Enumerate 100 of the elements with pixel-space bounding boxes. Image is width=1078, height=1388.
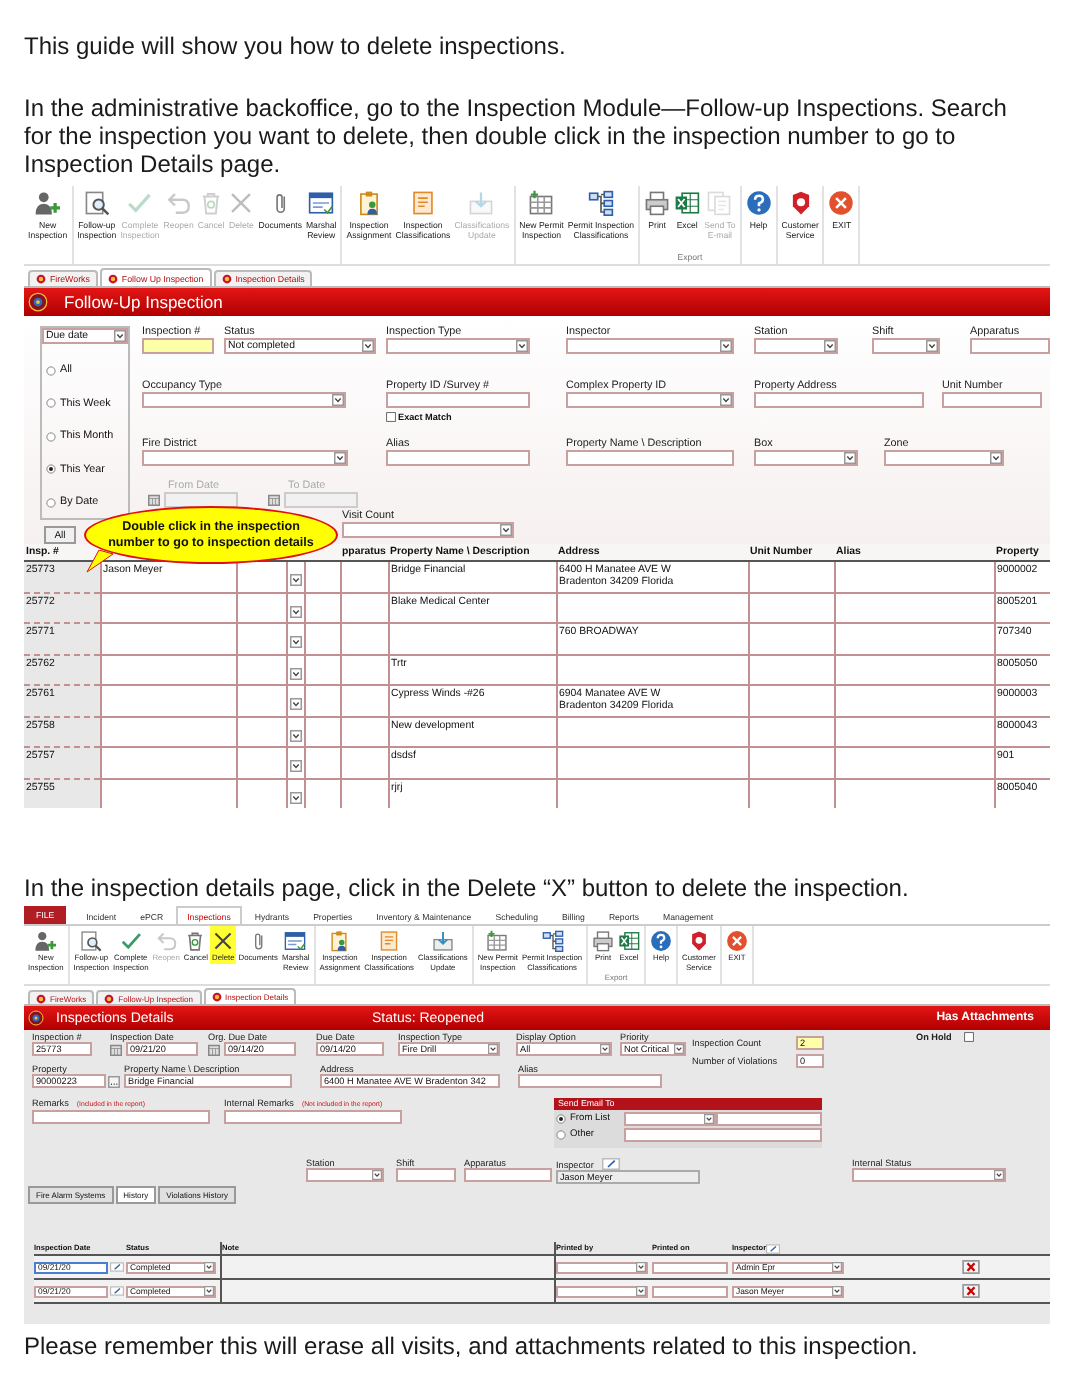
text-field[interactable] [142,338,214,354]
radio-button[interactable] [46,431,56,442]
text-field[interactable] [716,1112,823,1126]
caret-icon [488,1044,498,1054]
text-field[interactable] [518,1074,662,1088]
caret-icon [516,340,528,352]
text-field[interactable] [970,338,1050,354]
delete-button[interactable] [962,1260,980,1274]
dropdown[interactable] [142,392,346,408]
dropdown[interactable] [852,1168,1006,1182]
check-icon [119,930,142,952]
radio-button[interactable] [556,1114,566,1124]
text-field[interactable] [386,392,530,408]
caret-icon [289,605,301,617]
text-field[interactable] [396,1168,456,1182]
caret-icon [824,340,836,352]
instruction-text: This guide will show you how to delete inspections. [24,32,568,60]
text-field[interactable] [652,1285,728,1297]
caret-icon [600,1044,610,1054]
lookup-button[interactable] [108,1075,120,1087]
caret-icon [204,1286,214,1296]
caret-icon [362,340,374,352]
text-field[interactable] [623,1128,822,1142]
caret-icon [990,452,1002,464]
seal-icon [28,1010,44,1026]
dropdown[interactable] [754,338,838,354]
checkbox[interactable] [963,1032,974,1042]
caret-icon [204,1262,214,1272]
text-area[interactable] [224,1110,402,1124]
trash-icon [184,930,207,952]
caret-icon [720,340,732,352]
pencil-icon[interactable] [110,1286,124,1296]
emblem-icon [104,993,115,1003]
dropdown[interactable] [754,450,858,466]
caret-icon [674,1044,684,1054]
emblem-icon [36,993,46,1003]
calendar-icon[interactable] [110,1043,122,1055]
dropdown[interactable] [566,338,734,354]
caret-icon [636,1286,646,1296]
dropdown[interactable] [386,338,530,354]
caret-icon [636,1262,646,1272]
text-field[interactable] [464,1168,552,1182]
document-icon [409,190,436,216]
caret-icon [500,524,512,536]
caret-icon [289,791,301,803]
document-icon [378,930,401,952]
text-field[interactable] [386,450,530,466]
dropdown[interactable] [142,450,348,466]
text-area[interactable] [32,1110,210,1124]
text-field[interactable] [754,392,924,408]
caret-icon [832,1286,842,1296]
emblem-icon [107,273,118,283]
person-plus-icon [34,930,57,952]
delete-button[interactable] [962,1284,980,1298]
tray-arrow-icon [431,930,454,952]
dropdown[interactable] [556,1285,648,1297]
calendar-icon[interactable] [148,494,160,506]
caret-icon [289,574,301,586]
pencil-icon[interactable] [766,1243,781,1253]
text-field[interactable] [566,450,734,466]
caret-icon [832,1262,842,1272]
caret-icon [704,1114,715,1124]
dropdown[interactable] [306,1168,384,1182]
checkbox[interactable] [386,412,396,422]
radio-button[interactable] [556,1130,566,1140]
clipboard-icon [355,190,382,216]
calendar-icon[interactable] [208,1043,220,1055]
trash-icon [198,190,225,216]
hierarchy-icon [587,190,614,216]
dropdown[interactable] [623,1112,717,1126]
caret-icon [334,452,346,464]
dropdown[interactable] [566,392,734,408]
calendar-icon[interactable] [268,494,280,506]
person-plus-icon [34,190,61,216]
radio-button[interactable] [46,365,56,376]
caret-icon [289,729,301,741]
caret-icon [289,698,301,710]
documents-icon [706,190,733,216]
dropdown[interactable] [556,1261,648,1273]
radio-button[interactable] [46,497,56,508]
dropdown[interactable] [872,338,940,354]
instruction-text: In the administrative backoffice, go to the Inspection Module—Follow-up Inspections. Search for the inspection you want to delete, then double click in the inspection number to go to Inspection Details page. [24,94,1009,178]
caret-icon [844,452,856,464]
radio-button[interactable] [46,464,56,475]
dropdown[interactable] [342,522,514,538]
emblem-icon [221,274,232,284]
radio-button[interactable] [46,398,56,409]
text-field[interactable] [652,1261,728,1273]
emblem-icon [36,274,46,284]
text-field[interactable] [942,392,1042,408]
pencil-icon[interactable] [110,1262,124,1272]
cross-icon [228,190,255,216]
pencil-icon[interactable] [601,1158,620,1170]
dropdown[interactable] [884,450,1004,466]
caret-icon [994,1170,1004,1180]
caret-icon [289,760,301,772]
tray-arrow-icon [468,190,495,216]
seal-icon [28,292,48,312]
caret-icon [114,330,126,342]
window-title: Follow-Up Inspection [64,292,223,312]
